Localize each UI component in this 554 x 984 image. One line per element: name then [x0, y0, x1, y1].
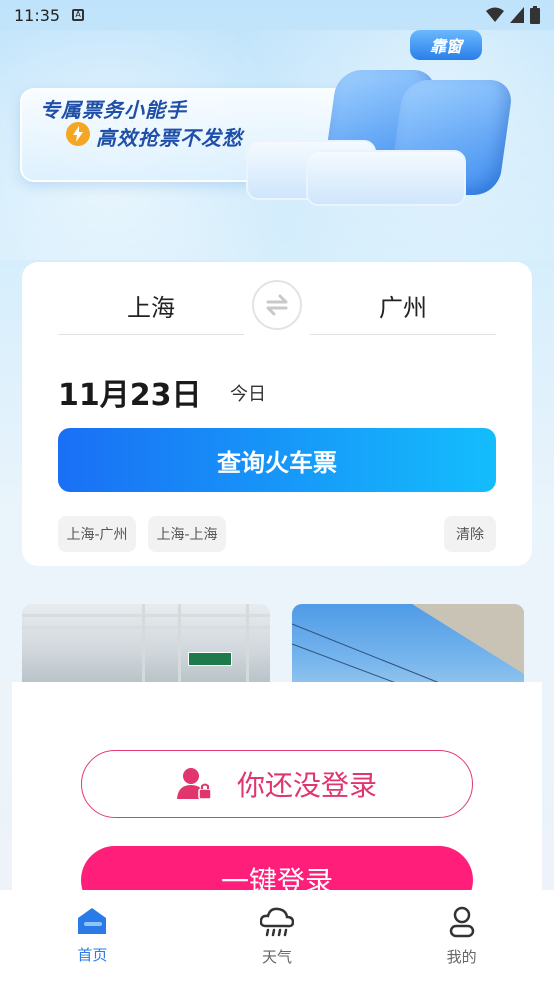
exit-sign	[188, 652, 232, 666]
tab-profile-label: 我的	[446, 948, 477, 966]
to-city[interactable]: 广州	[310, 288, 496, 323]
promo-banner[interactable]: 专属票务小能手 高效抢票不发愁 靠窗	[0, 30, 554, 260]
status-time: 11:35	[14, 5, 61, 25]
from-city-underline	[58, 334, 244, 335]
bottom-nav: 首页 天气 我的	[0, 890, 554, 984]
wifi-icon	[486, 7, 504, 22]
history-chip[interactable]: 上海-广州	[58, 516, 136, 552]
home-icon	[78, 908, 107, 934]
from-city[interactable]: 上海	[58, 288, 244, 323]
tab-weather[interactable]: 天气	[185, 890, 370, 984]
ticket-search-card: 上海 广州 11月23日 今日 查询火车票 上海-广州 上海-上海 清除	[22, 262, 532, 566]
tab-weather-label: 天气	[262, 948, 293, 966]
history-chip[interactable]: 上海-上海	[148, 516, 226, 552]
profile-icon	[449, 906, 474, 938]
lightning-icon	[66, 122, 90, 146]
swap-icon	[266, 294, 288, 316]
user-lock-icon	[176, 768, 212, 800]
login-status-button[interactable]: 你还没登录	[81, 750, 473, 818]
clear-history-button[interactable]: 清除	[444, 516, 496, 552]
query-train-tickets-button[interactable]: 查询火车票	[58, 428, 496, 492]
notification-icon: A	[72, 9, 85, 21]
weather-icon	[260, 907, 294, 937]
swap-cities-button[interactable]	[252, 280, 302, 330]
status-icons	[486, 6, 540, 24]
tab-home[interactable]: 首页	[0, 890, 185, 984]
date-today-label: 今日	[230, 384, 266, 405]
tab-home-label: 首页	[77, 946, 108, 964]
login-status-text: 你还没登录	[236, 769, 377, 802]
status-bar: 11:35 A	[0, 0, 554, 30]
banner-slogan-line1: 专属票务小能手	[40, 98, 187, 122]
battery-icon	[530, 6, 540, 24]
signal-icon	[510, 7, 524, 23]
to-city-underline	[310, 334, 496, 335]
seat-base-right	[306, 150, 466, 206]
window-seat-tag: 靠窗	[410, 30, 482, 60]
departure-date[interactable]: 11月23日	[58, 370, 202, 414]
tab-profile[interactable]: 我的	[369, 890, 554, 984]
banner-slogan-line2: 高效抢票不发愁	[96, 126, 243, 150]
